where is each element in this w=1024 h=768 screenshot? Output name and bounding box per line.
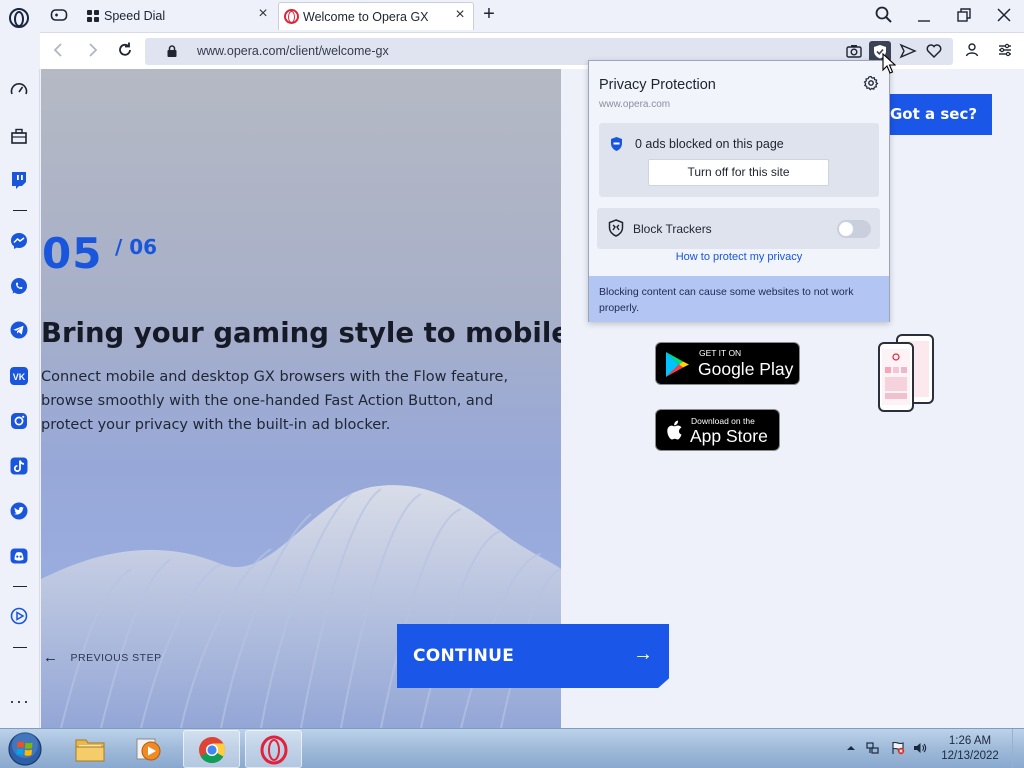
taskbar-media-player[interactable] xyxy=(122,730,179,768)
app-store-caption: Download on the xyxy=(691,416,755,426)
svg-text:VK: VK xyxy=(13,372,26,382)
google-play-icon xyxy=(666,352,689,377)
network-icon[interactable] xyxy=(866,741,880,755)
mobile-phones-illustration xyxy=(878,334,934,412)
taskbar-opera-gx[interactable] xyxy=(245,730,302,768)
google-play-title: Google Play xyxy=(698,359,794,379)
arrow-right-icon: → xyxy=(633,643,653,665)
opera-gx-icon xyxy=(260,735,288,765)
tab-speed-dial[interactable]: Speed Dial × xyxy=(80,2,276,30)
sidebar-divider xyxy=(13,647,27,648)
whatsapp-icon[interactable] xyxy=(9,276,29,296)
sidebar-divider xyxy=(13,210,27,211)
mouse-cursor-icon xyxy=(882,53,896,74)
briefcase-icon[interactable] xyxy=(9,126,29,146)
url-text[interactable]: www.opera.com/client/welcome-gx xyxy=(197,44,389,58)
block-trackers-label: Block Trackers xyxy=(633,222,712,236)
wave-illustration xyxy=(41,485,561,728)
blocking-warning-text: Blocking content can cause some websites… xyxy=(589,276,889,322)
tab-welcome-opera-gx[interactable]: Welcome to Opera GX × xyxy=(278,2,474,30)
page-description: Connect mobile and desktop GX browsers w… xyxy=(41,369,509,433)
clock-date: 12/13/2022 xyxy=(941,750,999,762)
turn-off-for-site-button[interactable]: Turn off for this site xyxy=(648,159,829,186)
app-store-title: App Store xyxy=(690,426,768,446)
tab-label: Welcome to Opera GX xyxy=(303,9,429,24)
restore-icon[interactable] xyxy=(954,5,974,25)
media-player-icon xyxy=(136,738,161,761)
back-icon[interactable] xyxy=(50,41,68,59)
speed-dial-grid-icon xyxy=(87,10,99,22)
clock-time: 1:26 AM xyxy=(948,735,992,747)
google-play-badge[interactable]: GET IT ON Google Play xyxy=(655,342,800,385)
lock-icon[interactable] xyxy=(167,45,177,57)
sidebar-divider xyxy=(13,586,27,587)
telegram-icon[interactable] xyxy=(9,320,29,340)
block-trackers-card: Block Trackers xyxy=(597,208,880,249)
opera-icon xyxy=(284,9,299,24)
popup-domain: www.opera.com xyxy=(599,99,671,110)
tab-close-icon[interactable]: × xyxy=(453,7,467,23)
search-icon[interactable] xyxy=(874,5,894,25)
apple-icon xyxy=(667,420,682,440)
gamepad-icon[interactable] xyxy=(50,8,68,22)
windows-taskbar: 1:26 AM 12/13/2022 xyxy=(0,728,1024,768)
close-window-icon[interactable] xyxy=(994,5,1014,25)
taskbar-clock[interactable]: 1:26 AM 12/13/2022 xyxy=(935,734,1005,764)
start-button-icon[interactable] xyxy=(5,731,45,767)
more-ellipsis-icon[interactable]: ··· xyxy=(9,692,30,710)
heart-bookmark-icon[interactable] xyxy=(925,42,943,60)
popup-title: Privacy Protection xyxy=(599,77,716,93)
vk-icon[interactable]: VK xyxy=(9,366,29,386)
music-player-icon[interactable] xyxy=(9,606,29,626)
block-trackers-toggle[interactable] xyxy=(837,220,871,238)
ads-blocked-card: 0 ads blocked on this page Turn off for … xyxy=(599,123,879,197)
reload-icon[interactable] xyxy=(116,41,134,59)
step-total: / 06 xyxy=(115,235,158,259)
speedometer-icon[interactable] xyxy=(9,80,29,100)
minimize-icon[interactable] xyxy=(914,5,934,25)
tab-label: Speed Dial xyxy=(104,9,166,23)
step-number: 05 xyxy=(42,229,103,278)
easy-setup-icon[interactable] xyxy=(996,41,1014,59)
new-tab-plus-icon[interactable]: + xyxy=(480,4,498,24)
chrome-icon xyxy=(199,736,226,764)
continue-label: CONTINUE xyxy=(413,646,515,666)
tab-bar: Speed Dial × Welcome to Opera GX × + xyxy=(0,0,1024,32)
volume-icon[interactable] xyxy=(913,741,927,755)
camera-snapshot-icon[interactable] xyxy=(845,42,863,60)
show-desktop-button[interactable] xyxy=(1012,729,1024,768)
action-center-flag-icon[interactable] xyxy=(891,741,905,755)
how-to-protect-privacy-link[interactable]: How to protect my privacy xyxy=(589,251,889,263)
instagram-icon[interactable] xyxy=(9,411,29,431)
forward-icon[interactable] xyxy=(83,41,101,59)
discord-icon[interactable] xyxy=(9,546,29,566)
previous-step-label: PREVIOUS STEP xyxy=(70,651,162,664)
taskbar-chrome[interactable] xyxy=(183,730,240,768)
settings-gear-icon[interactable] xyxy=(863,75,879,91)
sidebar: VK ··· xyxy=(0,69,40,728)
ads-blocked-count: 0 ads blocked on this page xyxy=(635,137,784,151)
tab-close-icon[interactable]: × xyxy=(256,6,270,22)
google-play-caption: GET IT ON xyxy=(699,348,742,358)
tracker-shield-icon xyxy=(608,219,624,237)
twitter-icon[interactable] xyxy=(9,501,29,521)
continue-button[interactable]: CONTINUE → xyxy=(397,624,669,688)
shield-icon xyxy=(611,137,622,151)
taskbar-file-explorer[interactable] xyxy=(62,730,119,768)
tiktok-icon[interactable] xyxy=(9,456,29,476)
arrow-left-icon: ← xyxy=(43,649,59,666)
page-headline: Bring your gaming style to mobile xyxy=(41,317,561,349)
previous-step-link[interactable]: ← PREVIOUS STEP xyxy=(43,649,162,666)
app-store-badge[interactable]: Download on the App Store xyxy=(655,409,780,451)
folder-icon xyxy=(75,739,105,762)
account-icon[interactable] xyxy=(963,41,981,59)
send-flow-icon[interactable] xyxy=(899,42,917,60)
privacy-protection-popup: Privacy Protection www.opera.com 0 ads b… xyxy=(588,60,890,322)
opera-menu-icon[interactable] xyxy=(9,8,29,28)
got-a-sec-label: Got a sec? xyxy=(890,105,978,123)
messenger-icon[interactable] xyxy=(9,231,29,251)
twitch-icon[interactable] xyxy=(9,170,29,190)
show-hidden-icons-icon[interactable] xyxy=(844,741,858,755)
